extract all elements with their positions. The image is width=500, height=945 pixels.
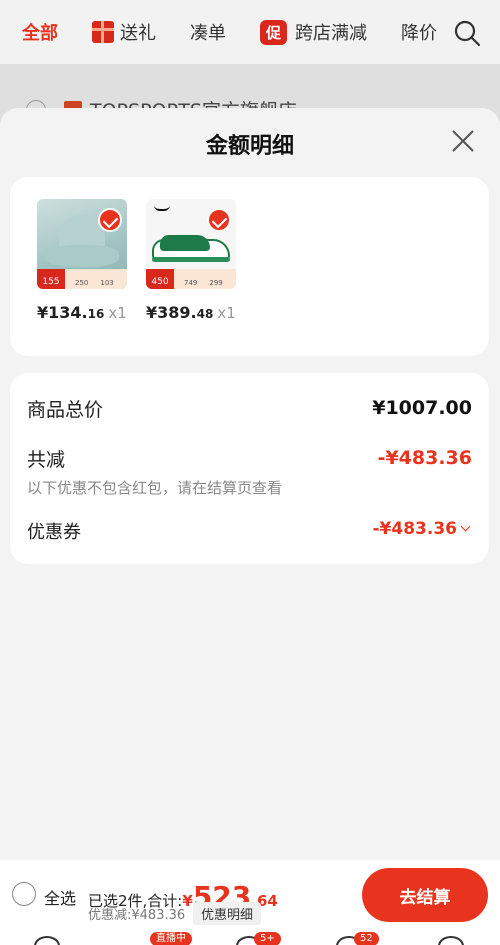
coupon-row[interactable]: -¥483.36 [372,519,471,539]
gift-icon [92,21,114,43]
cart-badge: 52 [354,932,379,945]
product-item[interactable]: 450 749 299 ¥389.48 x1 [146,199,236,322]
promo-badge: 促 [260,19,288,45]
tag-right: 299 [209,279,223,287]
price-dec: 48 [196,307,214,321]
product-image-shoe: 450 749 299 [146,199,236,289]
tab-bundle-label: 凑单 [190,23,226,44]
selected-check-icon [98,208,122,232]
total-label: 商品总价 [27,399,104,421]
coupon-value: -¥483.36 [372,519,458,539]
profile-icon[interactable] [438,936,464,945]
products-card: 155 250 103 ¥134.16 x1 450 749 299 ¥389.… [10,177,489,356]
tag-mid: 250 [75,279,89,287]
select-all-label[interactable]: 全选 [44,885,76,909]
discount-note: 以下优惠不包含红包，请在结算页查看 [27,479,283,497]
price-summary-card: 商品总价 ¥1007.00 共减 -¥483.36 以下优惠不包含红包，请在结算… [10,373,489,564]
tag-right: 103 [100,279,114,287]
product-price: ¥389.48 x1 [146,303,236,322]
product-item[interactable]: 155 250 103 ¥134.16 x1 [37,199,127,322]
checkout-bar: 全选 已选2件,合计:¥523.64 优惠减:¥483.36 优惠明细 去结算 [0,860,500,930]
coupon-label: 优惠券 [27,522,81,543]
price-tag-band: 450 749 299 [146,269,236,289]
tab-all-label: 全部 [22,23,58,44]
total-value: ¥1007.00 [372,397,472,419]
nike-logo-icon [154,205,170,211]
product-price: ¥134.16 x1 [37,303,127,322]
select-all-radio[interactable] [12,882,36,906]
discount-line: 优惠减:¥483.36 [88,908,186,923]
search-icon[interactable] [452,18,482,48]
tab-price-drop-label: 降价 [401,23,438,44]
tab-bundle[interactable]: 凑单 [190,19,226,45]
message-badge: 5+ [254,932,281,945]
home-icon[interactable] [34,936,60,945]
product-image-hat: 155 250 103 [37,199,127,289]
tag-price: 155 [37,269,65,289]
tab-cross-store-label: 跨店满减 [295,23,368,44]
tab-gift-label: 送礼 [120,23,156,44]
tag-price: 450 [146,269,174,289]
price-dec: 16 [87,307,105,321]
product-qty: x1 [217,304,236,322]
tab-cross-store[interactable]: 促 跨店满减 [260,19,367,45]
reduce-value: -¥483.36 [377,447,472,469]
tab-all[interactable]: 全部 [22,19,58,45]
price-int: ¥389. [146,303,197,322]
amount-detail-sheet: 金额明细 155 250 103 ¥134.16 x1 450 749 299 … [0,108,500,860]
close-icon[interactable] [450,128,476,154]
tab-price-drop[interactable]: 降价 [401,19,437,45]
selected-check-icon [207,208,231,232]
tag-mid: 749 [184,279,198,287]
sheet-title: 金额明细 [205,134,294,159]
product-qty: x1 [108,304,127,322]
bottom-nav: 直播中 5+ 52 [0,930,500,945]
reduce-label: 共减 [27,449,66,471]
tab-gift[interactable]: 送礼 [92,19,156,45]
checkout-button[interactable]: 去结算 [362,868,488,922]
discount-detail-button[interactable]: 优惠明细 [193,902,262,925]
live-badge: 直播中 [150,932,192,945]
price-int: ¥134. [37,303,88,322]
top-tab-bar: 全部 送礼 凑单 促 跨店满减 降价 [0,0,500,64]
chevron-down-icon [460,521,471,532]
price-tag-band: 155 250 103 [37,269,127,289]
